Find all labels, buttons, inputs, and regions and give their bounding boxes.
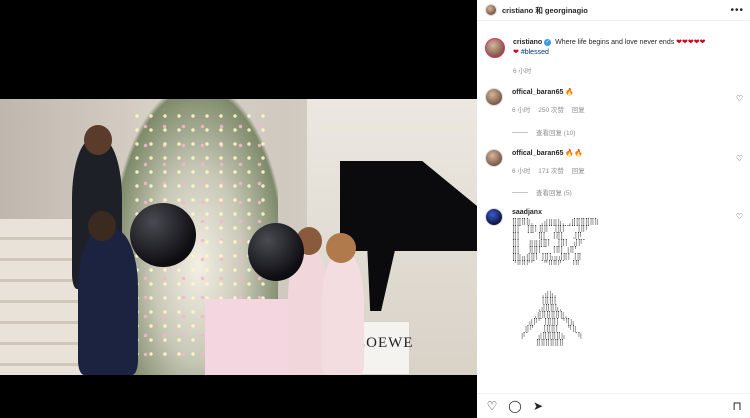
child-head [88, 211, 116, 241]
more-options-icon[interactable]: ••• [730, 5, 744, 16]
comment-meta: 6 小时 250 次赞 回复 [512, 106, 743, 116]
comment-item: offical_baran65 🔥🔥 6 小时 171 次赞 回复 ♡ [485, 149, 743, 177]
post-media[interactable]: LOEWE [0, 0, 477, 418]
comment-time: 6 小时 [512, 168, 531, 175]
child-head [326, 233, 356, 263]
ascii-art-figure: ⢀⣴⣦⡀ ⢸⣿⣿⡇ ⢀⣼⣿⣿⣧⡀ ⢀⣾⣿⣿⣿⣿⣷⡀ ⣴⡿⠋⢸⣿⣿⡇⠙⢿⣦ ⣾⠟ … [520, 290, 583, 346]
brand-text: LOEWE [356, 335, 414, 351]
comment-item: offical_baran65 🔥 6 小时 250 次赞 回复 ♡ [485, 88, 743, 116]
reply-button[interactable]: 回复 [572, 107, 585, 114]
view-replies-button[interactable]: 查看回复 (10) [512, 127, 575, 137]
caption-username[interactable]: cristiano [513, 39, 542, 46]
verified-icon: ✓ [544, 38, 552, 46]
child-head [84, 125, 112, 155]
comment-likes[interactable]: 250 次赞 [538, 107, 564, 114]
child-figure [322, 254, 364, 375]
avatar[interactable] [485, 149, 503, 167]
caption-text: cristiano ✓ Where life begins and love ne… [513, 38, 706, 58]
comment-username[interactable]: offical_baran65 [512, 150, 563, 157]
comment-text: 🔥 [565, 89, 575, 96]
video-frame[interactable]: LOEWE [0, 99, 477, 375]
comment-time: 6 小时 [512, 107, 531, 114]
avatar[interactable] [485, 88, 503, 106]
avatar[interactable] [485, 38, 505, 58]
avatar[interactable] [485, 208, 503, 226]
black-balloon [248, 223, 304, 281]
comment-username[interactable]: saadjanx [512, 209, 542, 216]
post-authors[interactable]: cristiano 和 georginagio [502, 5, 588, 16]
like-comment-heart-icon[interactable]: ♡ [736, 212, 743, 221]
post-header: cristiano 和 georginagio ••• [477, 0, 750, 21]
heart-emoji: ❤ [513, 49, 519, 56]
post-side-panel: cristiano 和 georginagio ••• cristiano ✓ W… [477, 0, 750, 418]
comment-text: 🔥🔥 [565, 150, 583, 157]
black-balloon [130, 203, 196, 267]
action-bar: ♡ ◯ ➤ ⊓ [477, 393, 750, 418]
reply-button[interactable]: 回复 [572, 168, 585, 175]
caption-time: 6 小时 [513, 68, 532, 75]
comment-meta: 6 小时 171 次赞 回复 [512, 167, 743, 177]
view-replies-button[interactable]: 查看回复 (5) [512, 187, 572, 197]
like-heart-icon[interactable]: ♡ [485, 399, 499, 413]
avatar[interactable] [485, 4, 497, 16]
like-comment-heart-icon[interactable]: ♡ [736, 94, 743, 103]
comment-bubble-icon[interactable]: ◯ [508, 399, 522, 413]
caption-body: Where life begins and love never ends [555, 39, 675, 46]
ascii-art-text: ⣿⣿⣿⣷⡀ ⢀⣴⣶⣶⣦⡀⢀⣾⣿⣿⣿⣿⣷ ⣿⡏ ⢸⣿⡇⣿⣿⠉⢹⣿⡏⠉⠉⢹⣿⠏ ⣿⡇… [512, 218, 599, 267]
hashtag-link[interactable]: #blessed [521, 49, 549, 56]
bookmark-icon[interactable]: ⊓ [730, 399, 744, 413]
gift-box [205, 299, 295, 375]
post-caption: cristiano ✓ Where life begins and love ne… [477, 21, 750, 75]
like-comment-heart-icon[interactable]: ♡ [736, 154, 743, 163]
heart-emojis: ❤❤❤❤❤ [676, 39, 706, 46]
comment-likes[interactable]: 171 次赞 [538, 168, 564, 175]
comment-item: saadjanx ⣿⣿⣿⣷⡀ ⢀⣴⣶⣶⣦⡀⢀⣾⣿⣿⣿⣿⣷ ⣿⡏ ⢸⣿⡇⣿⣿⠉⢹⣿… [485, 208, 743, 267]
share-icon[interactable]: ➤ [531, 399, 545, 413]
child-figure [78, 229, 138, 375]
comment-username[interactable]: offical_baran65 [512, 89, 563, 96]
